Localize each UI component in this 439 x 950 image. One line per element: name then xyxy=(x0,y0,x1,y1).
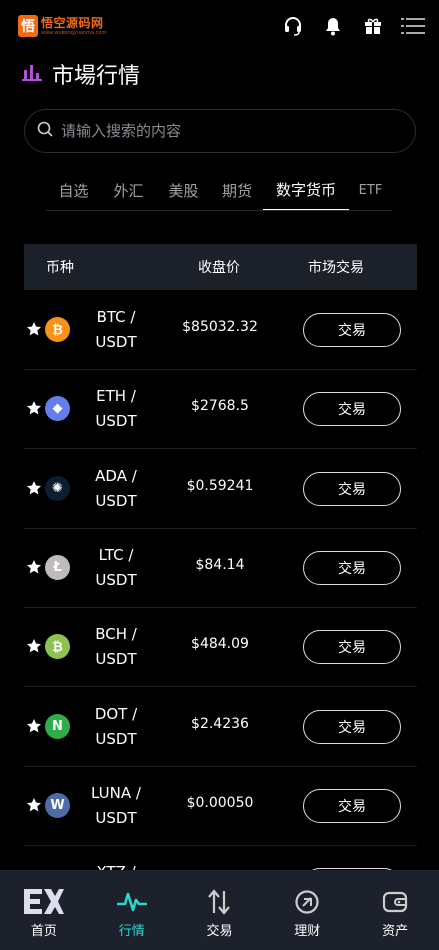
table-row: Ł LTC / USDT $84.14 交易 xyxy=(24,529,417,608)
ada-icon: ✺ xyxy=(45,475,70,501)
bell-icon[interactable] xyxy=(321,14,345,38)
table-header: 币种 收盘价 市场交易 xyxy=(24,244,417,290)
pair-quote: USDT xyxy=(95,570,137,589)
search-box xyxy=(24,109,416,153)
tab-crypto[interactable]: 数字货币 xyxy=(263,170,349,210)
tab-futures[interactable]: 期货 xyxy=(211,170,263,210)
ex-logo-icon xyxy=(23,886,64,918)
nav-assets[interactable]: 资产 xyxy=(351,870,439,950)
trade-button[interactable]: 交易 xyxy=(303,471,401,506)
tab-favorites[interactable]: 自选 xyxy=(46,170,101,210)
close-price: $484.09 xyxy=(191,636,249,653)
table-row: ◆ ETH / USDT $2768.5 交易 xyxy=(24,370,417,450)
wallet-icon xyxy=(375,886,415,918)
trading-pair: DOT / USDT xyxy=(82,702,150,752)
close-price: $2768.5 xyxy=(191,398,249,415)
pair-quote: USDT xyxy=(95,808,137,827)
pair-base: ETH / xyxy=(96,387,136,406)
bottom-nav: 首页 行情 交易 理财 资产 xyxy=(0,870,439,950)
table-row: ₿ BCH / USDT $484.09 交易 xyxy=(24,608,417,688)
dot-icon: N xyxy=(45,713,70,739)
star-icon[interactable] xyxy=(26,718,42,734)
trade-button[interactable]: 交易 xyxy=(303,313,401,347)
logo-badge: 悟 xyxy=(18,15,38,37)
close-price: $0.00050 xyxy=(186,794,254,811)
trading-pair: BCH / USDT xyxy=(82,622,150,672)
pair-base: LUNA / xyxy=(91,783,141,802)
gift-icon[interactable] xyxy=(361,14,385,38)
nav-market[interactable]: 行情 xyxy=(88,870,176,950)
table-row: W LUNA / USDT $0.00050 交易 xyxy=(24,767,417,846)
pair-quote: USDT xyxy=(95,491,137,510)
pair-quote: USDT xyxy=(95,412,137,431)
tab-forex[interactable]: 外汇 xyxy=(101,170,156,210)
logo-subtext: www.wukongyuanma.com xyxy=(41,30,107,36)
menu-icon[interactable] xyxy=(401,14,425,38)
nav-label: 首页 xyxy=(30,924,57,939)
table-row: ₿ BTC / USDT $85032.32 交易 xyxy=(24,291,417,370)
pair-quote: USDT xyxy=(95,729,137,748)
eth-icon: ◆ xyxy=(45,396,70,422)
trade-button[interactable]: 交易 xyxy=(303,550,401,585)
chart-bars-icon xyxy=(22,62,42,86)
headset-icon[interactable] xyxy=(281,14,305,38)
pair-base: BCH / xyxy=(95,625,137,644)
tab-us-stocks[interactable]: 美股 xyxy=(156,170,211,210)
star-icon[interactable] xyxy=(26,321,42,337)
star-icon[interactable] xyxy=(26,400,42,416)
nav-label: 行情 xyxy=(118,924,145,939)
trading-pair: ADA / USDT xyxy=(82,464,150,514)
btc-icon: ₿ xyxy=(45,317,70,342)
table-row: ✺ ADA / USDT $0.59241 交易 xyxy=(24,450,417,529)
trade-button[interactable]: 交易 xyxy=(303,630,401,665)
nav-finance[interactable]: 理财 xyxy=(263,870,351,950)
trading-pair: LUNA / USDT xyxy=(82,781,150,831)
pair-base: LTC / xyxy=(98,545,134,564)
finance-icon xyxy=(287,886,327,918)
ltc-icon: Ł xyxy=(45,554,70,580)
close-price: $0.59241 xyxy=(186,477,254,494)
star-icon[interactable] xyxy=(26,480,42,496)
pair-base: DOT / xyxy=(94,704,138,723)
pulse-icon xyxy=(112,886,152,918)
search-icon xyxy=(37,121,53,141)
close-price: $85032.32 xyxy=(182,319,258,335)
nav-trade[interactable]: 交易 xyxy=(176,870,264,950)
pair-quote: USDT xyxy=(95,333,137,351)
star-icon[interactable] xyxy=(26,638,42,654)
nav-label: 资产 xyxy=(382,924,409,939)
nav-label: 理财 xyxy=(294,924,321,939)
star-icon[interactable] xyxy=(26,559,42,575)
market-tabs: 自选 外汇 美股 期货 数字货币 ETF xyxy=(46,170,392,211)
close-price: $2.4236 xyxy=(191,715,249,732)
trading-pair: BTC / USDT xyxy=(82,305,150,355)
luna-icon: W xyxy=(45,792,70,818)
trading-pair: LTC / USDT xyxy=(82,543,150,593)
column-market-trade: 市场交易 xyxy=(308,260,364,276)
table-row: N DOT / USDT $2.4236 交易 xyxy=(24,688,417,767)
search-input[interactable] xyxy=(61,122,381,140)
star-icon[interactable] xyxy=(26,797,42,813)
nav-label: 交易 xyxy=(206,924,233,939)
bch-icon: ₿ xyxy=(45,634,70,660)
brand-logo[interactable]: 悟 悟空源码网 www.wukongyuanma.com xyxy=(18,14,106,38)
column-close-price: 收盘价 xyxy=(198,260,240,276)
page-title: 市場行情 xyxy=(52,64,141,89)
nav-home[interactable]: 首页 xyxy=(0,870,88,950)
pair-quote: USDT xyxy=(95,650,137,669)
pair-base: BTC / xyxy=(96,308,136,326)
swap-arrows-icon xyxy=(199,886,239,918)
trade-button[interactable]: 交易 xyxy=(303,788,401,823)
trade-button[interactable]: 交易 xyxy=(303,709,401,744)
top-bar: 悟 悟空源码网 www.wukongyuanma.com xyxy=(0,0,439,52)
trading-pair: ETH / USDT xyxy=(82,384,150,434)
page-title-row: 市場行情 xyxy=(22,58,140,90)
column-currency: 币种 xyxy=(46,260,74,276)
tab-etf[interactable]: ETF xyxy=(349,170,392,210)
trade-button[interactable]: 交易 xyxy=(303,392,401,427)
pair-base: ADA / xyxy=(95,466,137,485)
close-price: $84.14 xyxy=(195,556,245,573)
logo-text: 悟空源码网 xyxy=(41,16,104,30)
